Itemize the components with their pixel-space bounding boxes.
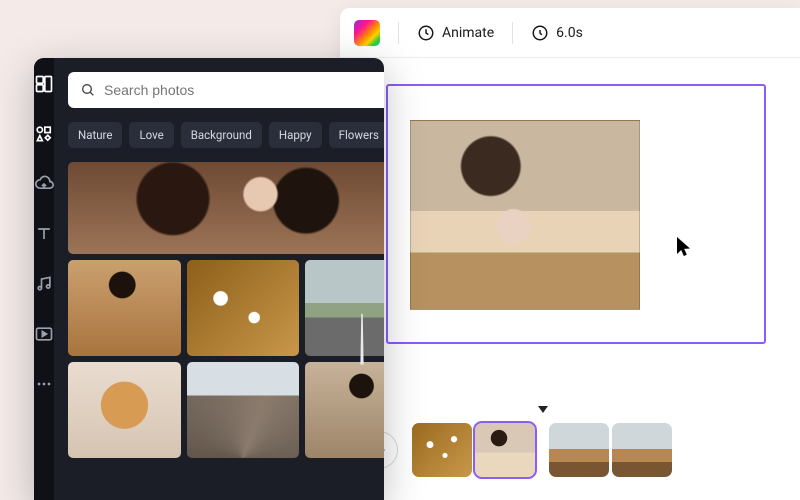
audio-icon[interactable] xyxy=(34,274,54,294)
photo-thumbnail[interactable] xyxy=(305,260,384,356)
photo-thumbnail[interactable] xyxy=(68,362,181,458)
more-icon[interactable] xyxy=(34,374,54,394)
clip-group-2 xyxy=(549,423,672,477)
canvas-area[interactable] xyxy=(340,58,800,400)
elements-icon[interactable] xyxy=(34,124,54,144)
clock-icon xyxy=(531,24,549,42)
timeline-clip[interactable] xyxy=(549,423,609,477)
photo-grid xyxy=(68,162,384,458)
filter-chip[interactable]: Flowers xyxy=(329,122,384,148)
divider xyxy=(398,22,399,44)
timeline xyxy=(340,400,800,500)
search-input[interactable] xyxy=(104,82,384,98)
timeline-clip[interactable] xyxy=(475,423,535,477)
tool-rail xyxy=(34,58,54,500)
photo-thumbnail[interactable] xyxy=(68,162,384,254)
filter-chip[interactable]: Background xyxy=(181,122,262,148)
photo-thumbnail[interactable] xyxy=(68,260,181,356)
photo-thumbnail[interactable] xyxy=(305,362,384,458)
uploads-icon[interactable] xyxy=(34,174,54,194)
editor-window: Animate 6.0s xyxy=(340,8,800,500)
panel-body: Nature Love Background Happy Flowers xyxy=(54,58,384,500)
search-box[interactable] xyxy=(68,72,384,108)
filter-chip[interactable]: Love xyxy=(129,122,173,148)
timeline-clip[interactable] xyxy=(412,423,472,477)
videos-icon[interactable] xyxy=(34,324,54,344)
templates-icon[interactable] xyxy=(34,74,54,94)
placed-photo[interactable] xyxy=(410,120,640,310)
color-picker-swatch[interactable] xyxy=(354,20,380,46)
photo-panel: Nature Love Background Happy Flowers xyxy=(34,58,384,500)
search-icon xyxy=(80,82,96,98)
canvas-frame[interactable] xyxy=(386,84,766,344)
photo-thumbnail[interactable] xyxy=(187,260,300,356)
animate-label: Animate xyxy=(442,25,494,41)
duration-button[interactable]: 6.0s xyxy=(531,24,583,42)
timeline-clip[interactable] xyxy=(612,423,672,477)
filter-chip[interactable]: Nature xyxy=(68,122,122,148)
cursor-icon xyxy=(676,236,694,258)
duration-label: 6.0s xyxy=(556,25,583,41)
divider xyxy=(512,22,513,44)
animate-button[interactable]: Animate xyxy=(417,24,494,42)
filter-chip[interactable]: Happy xyxy=(269,122,322,148)
editor-toolbar: Animate 6.0s xyxy=(340,8,800,58)
chip-row: Nature Love Background Happy Flowers xyxy=(68,122,384,148)
text-icon[interactable] xyxy=(34,224,54,244)
photo-thumbnail[interactable] xyxy=(187,362,300,458)
clip-group-1 xyxy=(412,423,535,477)
animate-icon xyxy=(417,24,435,42)
